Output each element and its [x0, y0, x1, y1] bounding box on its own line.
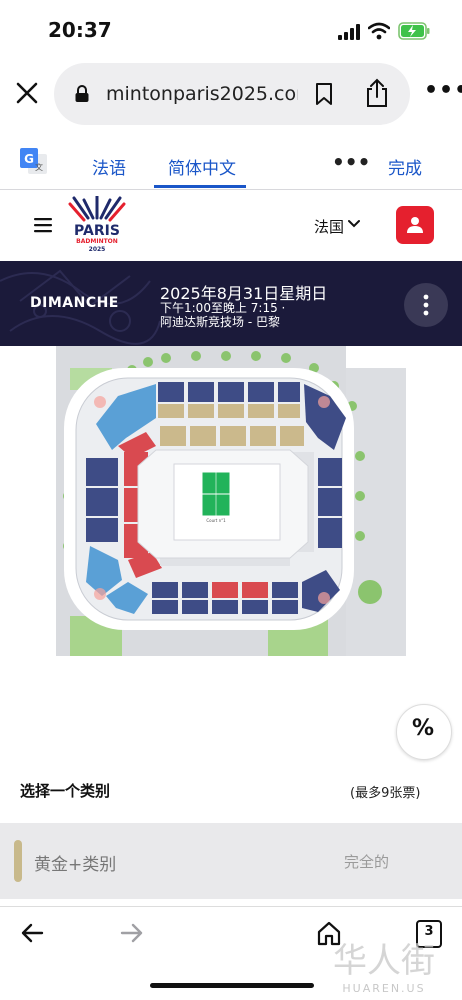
- bookmark-icon[interactable]: [314, 82, 334, 106]
- section[interactable]: [212, 600, 238, 614]
- section[interactable]: [250, 426, 276, 446]
- percent-icon[interactable]: %: [412, 716, 434, 741]
- section[interactable]: [190, 426, 216, 446]
- category-name: 黄金+类别: [34, 855, 117, 875]
- section[interactable]: [212, 582, 238, 598]
- event-day-label: DIMANCHE: [30, 295, 119, 311]
- browser-more-menu[interactable]: •••: [424, 78, 462, 103]
- section[interactable]: [86, 458, 118, 486]
- section[interactable]: [86, 518, 118, 542]
- close-tab-icon[interactable]: [14, 80, 40, 106]
- huaren-watermark: 华人街 HUAREN.US: [333, 941, 435, 995]
- section[interactable]: [188, 404, 214, 418]
- section[interactable]: [158, 404, 184, 418]
- tab-french[interactable]: 法语: [92, 154, 126, 179]
- divider: [0, 189, 462, 190]
- section[interactable]: [272, 600, 298, 614]
- section[interactable]: [278, 382, 300, 402]
- battery-charging-icon: [398, 22, 430, 40]
- back-arrow-icon[interactable]: [20, 922, 44, 944]
- entrance-marker: [94, 396, 106, 408]
- section[interactable]: [278, 404, 300, 418]
- event-venue: 阿迪达斯竞技场 - 巴黎: [160, 315, 280, 329]
- watermark-en: HUAREN.US: [342, 982, 425, 995]
- tab-chinese[interactable]: 简体中文: [168, 154, 236, 179]
- home-indicator: [150, 983, 314, 988]
- divider: [0, 906, 462, 907]
- section[interactable]: [182, 600, 208, 614]
- section[interactable]: [152, 582, 178, 598]
- section[interactable]: [160, 426, 186, 446]
- share-icon[interactable]: [364, 78, 390, 108]
- event-options-button[interactable]: [404, 283, 448, 327]
- section[interactable]: [218, 382, 244, 402]
- section[interactable]: [182, 582, 208, 598]
- svg-text:G: G: [24, 152, 34, 166]
- google-translate-icon[interactable]: G 文: [20, 148, 48, 178]
- section[interactable]: [188, 382, 214, 402]
- vertical-dots-icon: [423, 294, 429, 316]
- paris-badminton-logo[interactable]: PARIS BADMINTON 2025: [66, 196, 128, 254]
- side-street: [346, 368, 406, 656]
- section[interactable]: [242, 582, 268, 598]
- section[interactable]: [152, 600, 178, 614]
- lock-icon: [75, 85, 89, 102]
- logo-sub-text: BADMINTON: [76, 238, 118, 245]
- user-icon: [407, 217, 423, 233]
- section[interactable]: [272, 582, 298, 598]
- section[interactable]: [220, 426, 246, 446]
- section[interactable]: [158, 382, 184, 402]
- url-text[interactable]: mintonparis2025.com: [106, 83, 298, 105]
- section[interactable]: [280, 426, 304, 446]
- country-selector[interactable]: 法国: [314, 216, 344, 237]
- category-title: 选择一个类别: [20, 782, 111, 800]
- section[interactable]: [242, 600, 268, 614]
- wifi-icon: [368, 22, 390, 40]
- cellular-signal-icon: [338, 24, 360, 40]
- section[interactable]: [248, 404, 274, 418]
- translate-menu-button[interactable]: •••: [332, 150, 370, 174]
- active-tab-indicator: [154, 185, 246, 188]
- hamburger-menu-icon[interactable]: [34, 217, 52, 233]
- court-label: Court n°1: [206, 518, 226, 523]
- section[interactable]: [248, 382, 274, 402]
- section[interactable]: [318, 458, 342, 486]
- chevron-down-icon[interactable]: [348, 219, 360, 229]
- section[interactable]: [318, 518, 342, 548]
- logo-year-text: 2025: [89, 246, 106, 253]
- category-color-swatch: [14, 840, 22, 882]
- logo-main-text: PARIS: [74, 223, 120, 239]
- svg-text:文: 文: [35, 162, 43, 172]
- status-time: 20:37: [48, 18, 112, 42]
- done-button[interactable]: 完成: [388, 154, 422, 179]
- forward-arrow-icon[interactable]: [120, 922, 144, 944]
- section[interactable]: [86, 488, 118, 516]
- account-button[interactable]: [396, 206, 434, 244]
- entrance-marker: [318, 592, 330, 604]
- watermark-cn: 华人街: [333, 941, 435, 981]
- category-status: 完全的: [344, 853, 390, 871]
- section[interactable]: [318, 488, 342, 516]
- entrance-marker: [318, 396, 330, 408]
- entrance-marker: [94, 588, 106, 600]
- max-tickets-note: (最多9张票): [350, 786, 421, 801]
- seat-map[interactable]: Court n°1: [56, 346, 406, 666]
- section[interactable]: [218, 404, 244, 418]
